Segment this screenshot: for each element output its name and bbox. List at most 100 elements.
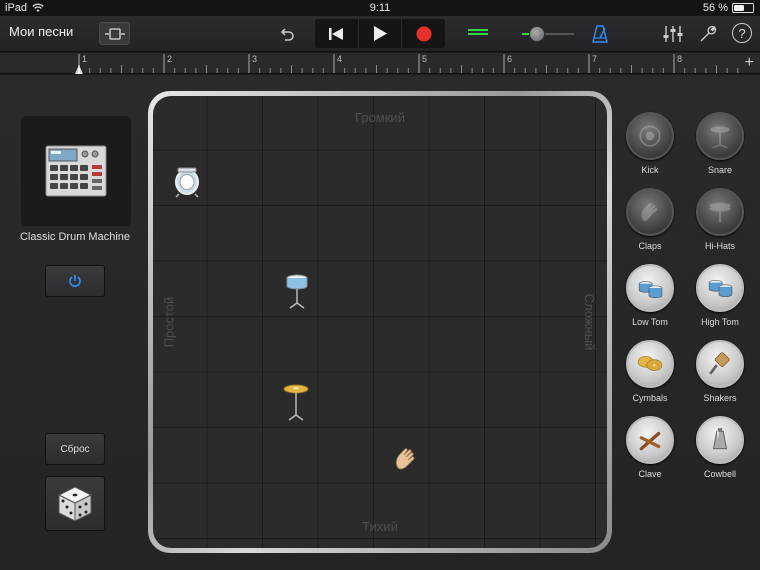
drum-button-cowbell[interactable]	[696, 416, 744, 464]
status-time: 9:11	[369, 2, 391, 14]
shakers-icon	[709, 352, 730, 375]
play-button[interactable]	[359, 19, 403, 48]
cowbell-icon	[712, 428, 728, 450]
drum-toggle-cowbell[interactable]: Cowbell	[690, 416, 750, 479]
ruler-bar-label: 3	[252, 54, 258, 64]
pad-label-loud: Громкий	[355, 110, 405, 125]
kick-icon	[639, 125, 661, 147]
drum-toggle-hi-hats[interactable]: Hi-Hats	[690, 188, 750, 251]
clave-icon	[639, 431, 661, 451]
cymbal-puck[interactable]	[283, 383, 309, 426]
drum-toggle-claps[interactable]: Claps	[620, 188, 680, 251]
pad-label-soft: Тихий	[362, 519, 398, 534]
ruler-bar-label: 4	[337, 54, 343, 64]
help-icon: ?	[738, 25, 746, 41]
instrument-name: Classic Drum Machine	[19, 231, 131, 243]
clap-hand-icon	[395, 448, 415, 470]
dice-icon	[57, 485, 93, 522]
drum-label-claps: Claps	[638, 241, 662, 251]
drum-button-hi-hats[interactable]	[696, 188, 744, 236]
randomize-button[interactable]	[45, 476, 105, 531]
status-bar: iPad 9:11 56 %	[0, 0, 760, 16]
wrench-icon	[700, 25, 717, 42]
low-tom-icon	[638, 281, 663, 299]
ruler-bar-label: 2	[167, 54, 173, 64]
drum-button-clave[interactable]	[626, 416, 674, 464]
instrument-tile[interactable]	[21, 116, 131, 226]
drummer-editor: Classic Drum Machine Сброс Громкий Тихий…	[0, 75, 760, 570]
claps-icon	[641, 202, 658, 222]
battery-icon	[732, 3, 754, 13]
mixer-icon	[663, 26, 683, 42]
drum-button-low-tom[interactable]	[626, 264, 674, 312]
drum-toggle-snare[interactable]: Snare	[690, 112, 750, 175]
power-icon	[69, 275, 81, 287]
view-toggle-icon	[104, 27, 125, 40]
rewind-button[interactable]	[315, 19, 359, 48]
record-button[interactable]	[402, 19, 445, 48]
ruler-bar-label: 7	[592, 54, 598, 64]
help-button[interactable]: ?	[732, 23, 752, 43]
view-toggle-button[interactable]	[99, 22, 130, 45]
drum-button-claps[interactable]	[626, 188, 674, 236]
rewind-icon	[329, 27, 344, 40]
drum-label-cowbell: Cowbell	[703, 469, 736, 479]
drum-toggle-low-tom[interactable]: Low Tom	[620, 264, 680, 327]
timeline-ruler[interactable]: 1 2 3 4 5 6 7 8 +	[0, 53, 760, 74]
xy-pad[interactable]: Громкий Тихий Простой Сложный	[153, 96, 607, 548]
high-tom-icon	[708, 280, 733, 297]
master-volume-slider[interactable]	[468, 25, 574, 43]
claps-puck[interactable]	[393, 446, 419, 477]
transport-controls	[315, 19, 445, 48]
drum-toggle-shakers[interactable]: Shakers	[690, 340, 750, 403]
drum-label-cymbals: Cymbals	[632, 393, 668, 403]
cymbals-icon	[637, 356, 663, 371]
drum-machine-icon	[45, 145, 107, 197]
pad-label-simple: Простой	[161, 296, 177, 348]
metronome-icon	[592, 25, 608, 43]
drum-toggle-high-tom[interactable]: High Tom	[690, 264, 750, 327]
drum-label-high-tom: High Tom	[701, 317, 739, 327]
drum-label-clave: Clave	[638, 469, 662, 479]
hi-hats-icon	[709, 202, 731, 223]
drum-label-snare: Snare	[707, 165, 733, 175]
mixer-button[interactable]	[662, 23, 684, 45]
reset-button[interactable]: Сброс	[45, 433, 105, 465]
drum-label-hi-hats: Hi-Hats	[704, 241, 735, 251]
xy-pad-frame: Громкий Тихий Простой Сложный	[148, 91, 612, 553]
pad-label-complex: Сложный	[582, 293, 598, 351]
drum-button-cymbals[interactable]	[626, 340, 674, 388]
undo-button[interactable]	[275, 22, 299, 46]
ruler-bar-label: 6	[507, 54, 513, 64]
drum-button-shakers[interactable]	[696, 340, 744, 388]
record-icon	[416, 26, 432, 41]
undo-icon	[280, 28, 294, 41]
my-songs-button[interactable]: Мои песни	[9, 24, 73, 39]
drum-label-kick: Kick	[641, 165, 659, 175]
volume-slider-knob[interactable]	[529, 26, 545, 42]
tom-drum-icon	[286, 274, 308, 309]
kick-puck[interactable]	[173, 166, 201, 203]
drum-button-high-tom[interactable]	[696, 264, 744, 312]
drum-button-snare[interactable]	[696, 112, 744, 160]
add-section-button[interactable]: +	[745, 54, 754, 72]
drum-button-kick[interactable]	[626, 112, 674, 160]
drum-label-low-tom: Low Tom	[632, 317, 668, 327]
power-button[interactable]	[45, 265, 105, 297]
snare-icon	[710, 126, 730, 149]
metronome-button[interactable]	[589, 23, 611, 45]
tom-puck[interactable]	[285, 273, 309, 314]
ruler-bar-label: 8	[677, 54, 683, 64]
toolbar: Мои песни ?	[0, 16, 760, 52]
drum-label-shakers: Shakers	[703, 393, 737, 403]
ruler-ticks	[75, 54, 739, 74]
ruler-bar-label: 1	[82, 54, 88, 64]
drum-toggle-clave[interactable]: Clave	[620, 416, 680, 479]
play-icon	[374, 26, 387, 41]
drum-toggle-kick[interactable]: Kick	[620, 112, 680, 175]
cymbal-icon	[283, 384, 309, 421]
kick-drum-icon	[175, 167, 199, 198]
drum-toggle-cymbals[interactable]: Cymbals	[620, 340, 680, 403]
settings-button[interactable]	[697, 23, 719, 45]
battery-percent: 56 %	[702, 2, 728, 14]
